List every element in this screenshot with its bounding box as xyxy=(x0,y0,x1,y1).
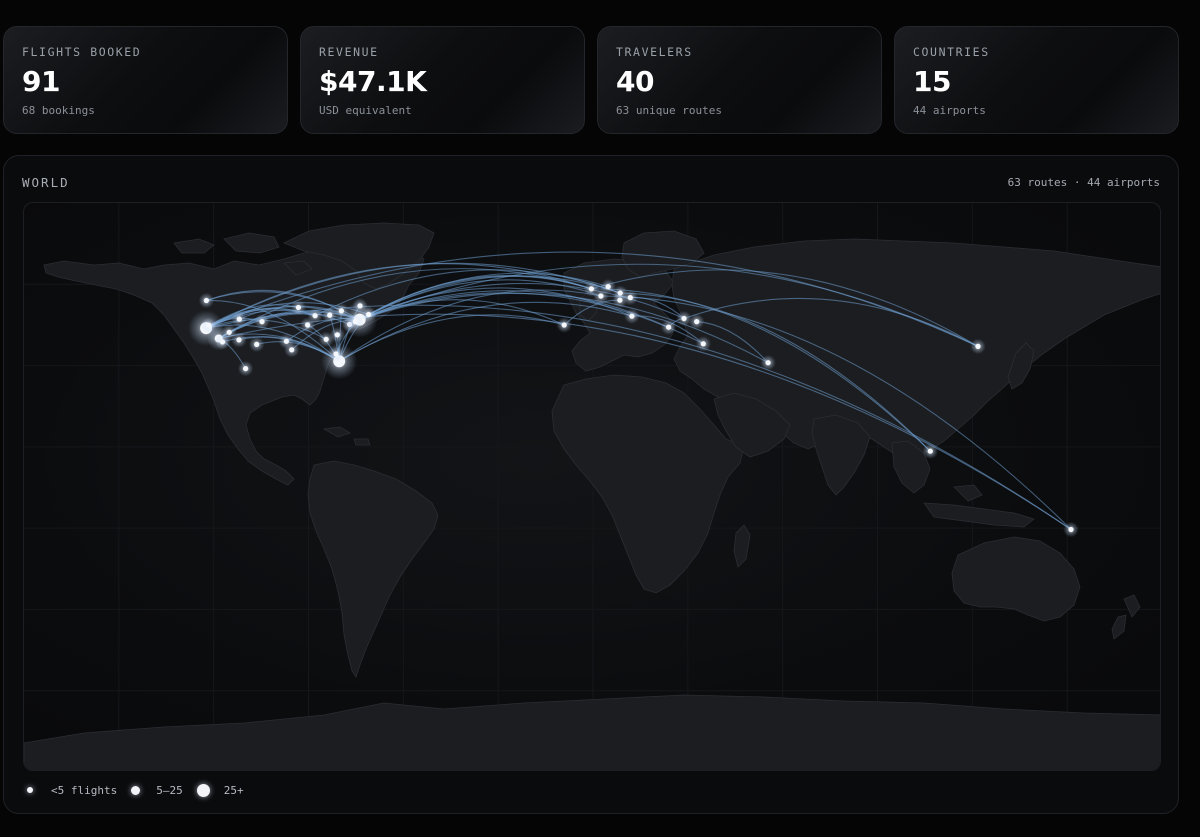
stat-value: 15 xyxy=(913,65,951,98)
stat-subtext: 68 bookings xyxy=(22,104,95,117)
airport-marker[interactable] xyxy=(334,332,340,338)
airport-marker[interactable] xyxy=(338,308,344,314)
airport-marker[interactable] xyxy=(352,319,358,325)
legend-dot-large xyxy=(196,783,210,797)
panel-title: WORLD xyxy=(22,175,70,190)
airport-marker[interactable] xyxy=(598,293,604,299)
stat-value: $47.1K xyxy=(319,65,427,98)
airport-marker[interactable] xyxy=(927,448,933,454)
airport-marker[interactable] xyxy=(323,336,329,342)
landmass-caribbean xyxy=(322,426,371,446)
stat-label: FLIGHTS BOOKED xyxy=(22,45,142,59)
airport-marker[interactable] xyxy=(605,284,611,290)
landmass-antarctica xyxy=(24,694,1160,770)
legend-item-medium: 5–25 xyxy=(117,784,183,797)
legend-label-medium: 5–25 xyxy=(156,783,183,797)
airport-marker[interactable] xyxy=(226,329,232,335)
airport-marker[interactable] xyxy=(295,304,301,311)
stat-value: 91 xyxy=(22,65,60,98)
legend-dot-small xyxy=(27,787,33,793)
landmass-new-zealand xyxy=(1111,594,1141,640)
airport-marker[interactable] xyxy=(366,311,372,318)
stat-card-countries[interactable]: COUNTRIES 15 44 airports xyxy=(894,26,1179,134)
airport-marker[interactable] xyxy=(236,316,242,322)
airport-marker[interactable] xyxy=(700,341,706,347)
legend-item-large: 25+ xyxy=(183,783,244,797)
landmass-madagascar xyxy=(733,524,751,568)
airport-marker[interactable] xyxy=(617,297,623,303)
stats-row: FLIGHTS BOOKED 91 68 bookings REVENUE $4… xyxy=(3,26,1179,134)
airport-marker[interactable] xyxy=(975,343,981,349)
airport-marker[interactable] xyxy=(219,339,226,345)
airport-marker[interactable] xyxy=(561,322,567,328)
stat-label: COUNTRIES xyxy=(913,45,990,59)
stat-subtext: USD equivalent xyxy=(319,104,412,117)
airport-marker[interactable] xyxy=(681,315,687,322)
airport-marker[interactable] xyxy=(312,313,318,319)
airport-marker[interactable] xyxy=(588,286,595,292)
world-map-panel: WORLD 63 routes · 44 airports <5 flights… xyxy=(3,155,1179,814)
legend-item-small: <5 flights xyxy=(23,784,117,797)
stat-label: TRAVELERS xyxy=(616,45,693,59)
legend-label-small: <5 flights xyxy=(51,783,118,797)
panel-meta: 63 routes · 44 airports xyxy=(1007,176,1160,189)
stat-card-flights-booked[interactable]: FLIGHTS BOOKED 91 68 bookings xyxy=(3,26,288,134)
landmass-indonesia xyxy=(923,484,1035,528)
airport-marker[interactable] xyxy=(357,303,363,309)
airport-marker[interactable] xyxy=(236,337,242,343)
landmass-india xyxy=(811,414,871,496)
airport-marker[interactable] xyxy=(694,319,700,325)
airport-marker[interactable] xyxy=(666,324,672,330)
landmass-australia xyxy=(951,536,1081,622)
airport-marker[interactable] xyxy=(765,360,771,366)
airport-marker[interactable] xyxy=(1068,526,1074,533)
airport-marker[interactable] xyxy=(289,347,295,353)
airport-marker[interactable] xyxy=(203,297,209,304)
airport-marker[interactable] xyxy=(206,322,212,328)
stat-value: 40 xyxy=(616,65,654,98)
airport-marker[interactable] xyxy=(254,341,260,347)
map-legend: <5 flights 5–25 25+ xyxy=(23,780,244,800)
landmass-south-america xyxy=(307,460,439,678)
legend-label-large: 25+ xyxy=(223,783,244,797)
airport-marker[interactable] xyxy=(627,295,633,301)
airport-marker[interactable] xyxy=(333,351,339,357)
stat-card-travelers[interactable]: TRAVELERS 40 63 unique routes xyxy=(597,26,882,134)
world-map[interactable] xyxy=(23,202,1161,771)
airport-marker[interactable] xyxy=(327,312,333,318)
legend-dot-medium xyxy=(131,785,141,795)
stat-subtext: 63 unique routes xyxy=(616,104,722,117)
airport-marker[interactable] xyxy=(305,322,311,328)
airport-marker[interactable] xyxy=(259,319,265,325)
stat-subtext: 44 airports xyxy=(913,104,986,117)
airport-marker[interactable] xyxy=(243,366,249,372)
stat-label: REVENUE xyxy=(319,45,379,59)
world-map-canvas[interactable] xyxy=(24,203,1161,771)
stat-card-revenue[interactable]: REVENUE $47.1K USD equivalent xyxy=(300,26,585,134)
landmass-africa xyxy=(551,374,745,594)
airport-marker[interactable] xyxy=(629,313,635,319)
